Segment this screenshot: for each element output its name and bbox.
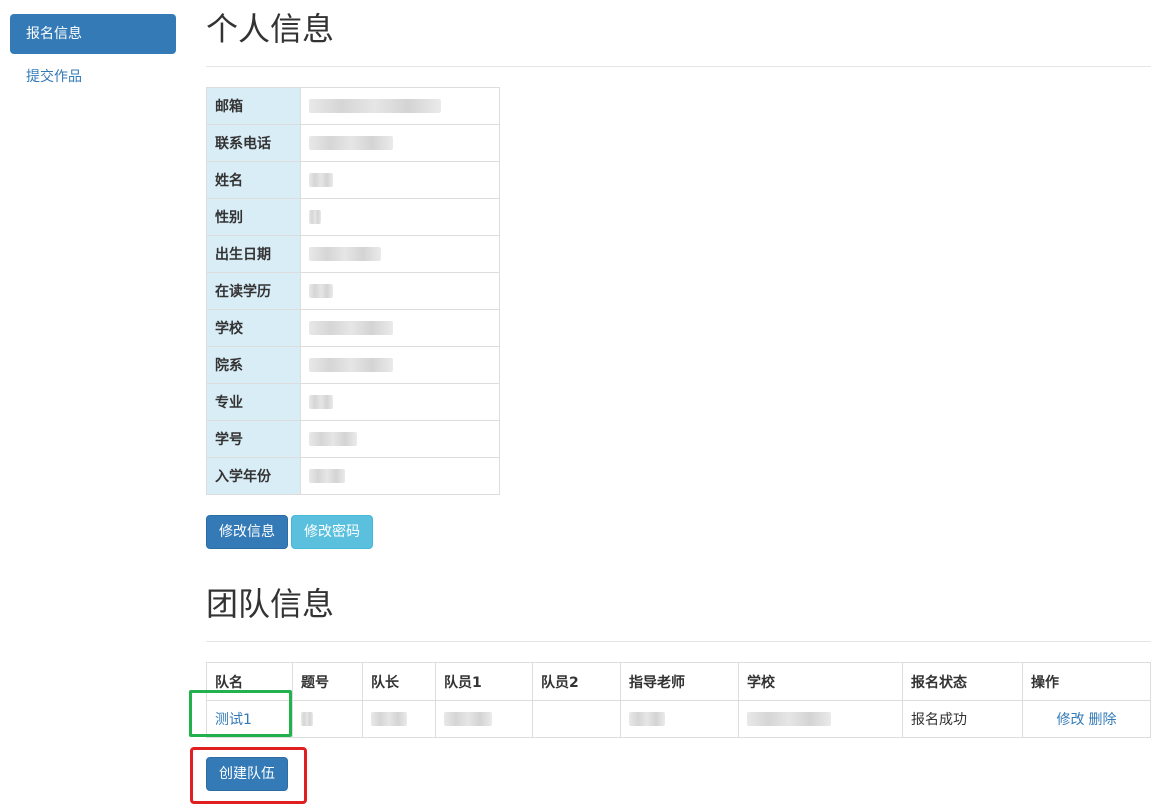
redacted-value (309, 173, 333, 187)
status-cell: 报名成功 (902, 700, 1023, 738)
redacted-value (309, 432, 357, 446)
field-label-department: 院系 (206, 346, 301, 384)
redacted-value (309, 210, 321, 224)
col-header-advisor: 指导老师 (620, 662, 739, 701)
table-row: 院系 (206, 346, 500, 384)
sidebar: 报名信息 提交作品 (10, 14, 176, 97)
table-row: 学号 (206, 420, 500, 458)
team-info-title: 团队信息 (206, 585, 335, 623)
highlight-box-red (190, 747, 307, 804)
table-row: 入学年份 (206, 457, 500, 495)
field-value-school (300, 309, 500, 347)
redacted-value (309, 284, 333, 298)
member1-cell (435, 700, 533, 738)
table-row: 学校 (206, 309, 500, 347)
edit-team-link[interactable]: 修改 (1057, 712, 1085, 728)
field-label-education: 在读学历 (206, 272, 301, 310)
table-row: 联系电话 (206, 124, 500, 162)
field-value-email (300, 87, 500, 125)
delete-team-link[interactable]: 删除 (1089, 712, 1117, 728)
table-row: 专业 (206, 383, 500, 421)
redacted-value (747, 712, 831, 726)
sidebar-item-registration-info[interactable]: 报名信息 (10, 14, 176, 54)
field-label-email: 邮箱 (206, 87, 301, 125)
field-value-birthdate (300, 235, 500, 273)
field-label-major: 专业 (206, 383, 301, 421)
field-label-student-id: 学号 (206, 420, 301, 458)
member2-cell (532, 700, 621, 738)
field-label-enrollment-year: 入学年份 (206, 457, 301, 495)
edit-info-button[interactable]: 修改信息 (206, 515, 288, 549)
field-label-name: 姓名 (206, 161, 301, 199)
personal-actions: 修改信息 修改密码 (206, 515, 373, 549)
table-row: 测试1 报名成功 修改 删除 (206, 700, 1151, 738)
problem-no-cell (292, 700, 363, 738)
highlight-box-green (189, 690, 292, 737)
col-header-member1: 队员1 (435, 662, 533, 701)
col-header-captain: 队长 (362, 662, 436, 701)
divider (206, 66, 1151, 67)
personal-info-table: 邮箱 联系电话 姓名 性别 出生日期 在读学历 学校 院系 专业 学号 入学年份 (206, 87, 500, 495)
team-table: 队名 题号 队长 队员1 队员2 指导老师 学校 报名状态 操作 测试1 报名成… (206, 662, 1151, 738)
field-label-school: 学校 (206, 309, 301, 347)
table-row: 出生日期 (206, 235, 500, 273)
redacted-value (371, 712, 407, 726)
col-header-actions: 操作 (1022, 662, 1151, 701)
redacted-value (309, 247, 381, 261)
redacted-value (629, 712, 665, 726)
table-row: 性别 (206, 198, 500, 236)
redacted-value (309, 321, 393, 335)
sidebar-item-submit-work[interactable]: 提交作品 (10, 57, 176, 97)
field-value-student-id (300, 420, 500, 458)
col-header-status: 报名状态 (902, 662, 1023, 701)
col-header-school: 学校 (738, 662, 903, 701)
col-header-member2: 队员2 (532, 662, 621, 701)
change-password-button[interactable]: 修改密码 (291, 515, 373, 549)
table-header-row: 队名 题号 队长 队员1 队员2 指导老师 学校 报名状态 操作 (206, 662, 1151, 701)
redacted-value (309, 469, 345, 483)
table-row: 邮箱 (206, 87, 500, 125)
redacted-value (309, 136, 393, 150)
table-row: 在读学历 (206, 272, 500, 310)
col-header-problem-no: 题号 (292, 662, 363, 701)
field-value-major (300, 383, 500, 421)
field-value-department (300, 346, 500, 384)
school-cell (738, 700, 903, 738)
table-row: 姓名 (206, 161, 500, 199)
field-value-enrollment-year (300, 457, 500, 495)
divider (206, 641, 1151, 642)
redacted-value (309, 358, 393, 372)
actions-cell: 修改 删除 (1022, 700, 1151, 738)
field-label-birthdate: 出生日期 (206, 235, 301, 273)
captain-cell (362, 700, 436, 738)
redacted-value (309, 99, 441, 113)
field-value-gender (300, 198, 500, 236)
redacted-value (301, 712, 313, 726)
field-label-phone: 联系电话 (206, 124, 301, 162)
redacted-value (309, 395, 333, 409)
advisor-cell (620, 700, 739, 738)
redacted-value (444, 712, 492, 726)
field-value-education (300, 272, 500, 310)
personal-info-title: 个人信息 (206, 10, 335, 48)
field-label-gender: 性别 (206, 198, 301, 236)
field-value-phone (300, 124, 500, 162)
field-value-name (300, 161, 500, 199)
